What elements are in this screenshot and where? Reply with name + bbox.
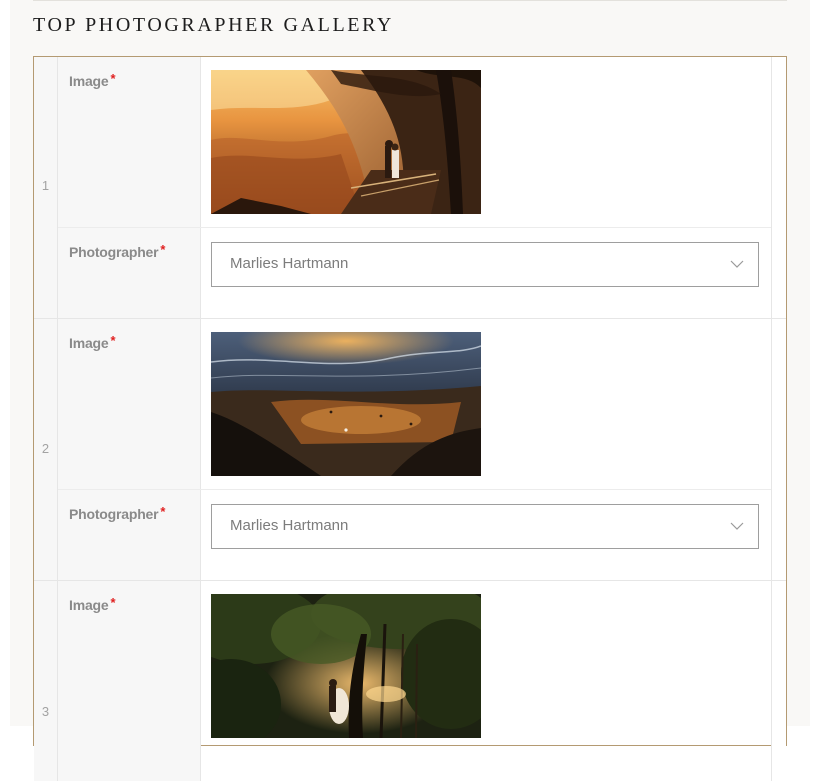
gallery-row: 1 Image * Photographer * Marlies Hartman…	[34, 57, 786, 318]
row-number[interactable]: 2	[34, 319, 58, 581]
top-divider	[33, 0, 787, 1]
field-divider	[58, 489, 771, 490]
gallery-image-thumbnail[interactable]	[211, 332, 481, 476]
row-actions-column[interactable]	[771, 319, 786, 581]
photographer-select[interactable]: Marlies Hartmann	[211, 504, 759, 549]
photographer-field-label: Photographer *	[69, 504, 166, 522]
value-column	[201, 581, 771, 781]
chevron-down-icon	[730, 260, 744, 268]
field-divider	[58, 227, 771, 228]
row-number[interactable]: 1	[34, 57, 58, 318]
row-actions-column[interactable]	[771, 581, 786, 781]
chevron-down-icon	[730, 522, 744, 530]
required-marker: *	[110, 333, 116, 348]
photographer-select-value: Marlies Hartmann	[230, 517, 349, 534]
required-marker: *	[160, 242, 166, 257]
row-actions-column[interactable]	[771, 57, 786, 318]
gallery-row: 3 Image *	[34, 580, 786, 781]
photographer-select[interactable]: Marlies Hartmann	[211, 242, 759, 287]
value-column: Marlies Hartmann	[201, 57, 771, 318]
forest-couple-photo	[211, 594, 481, 738]
coastal-dusk-photo	[211, 332, 481, 476]
sunset-beach-couple-photo	[211, 70, 481, 214]
image-field-label: Image *	[69, 595, 116, 613]
required-marker: *	[160, 504, 166, 519]
gallery-row: 2 Image * Photographer * Marlies Hartman…	[34, 318, 786, 581]
label-column: Image * Photographer *	[58, 319, 201, 581]
image-field-label: Image *	[69, 71, 116, 89]
image-field-label: Image *	[69, 333, 116, 351]
section-title: TOP PHOTOGRAPHER GALLERY	[33, 14, 394, 36]
photographer-select-value: Marlies Hartmann	[230, 255, 349, 272]
label-column: Image * Photographer *	[58, 57, 201, 318]
label-column: Image *	[58, 581, 201, 781]
gallery-image-thumbnail[interactable]	[211, 70, 481, 214]
gallery-image-thumbnail[interactable]	[211, 594, 481, 738]
required-marker: *	[110, 595, 116, 610]
gallery-repeater-table: 1 Image * Photographer * Marlies Hartman…	[33, 56, 787, 781]
row-number[interactable]: 3	[34, 581, 58, 781]
photographer-field-label: Photographer *	[69, 242, 166, 260]
value-column: Marlies Hartmann	[201, 319, 771, 581]
required-marker: *	[110, 71, 116, 86]
